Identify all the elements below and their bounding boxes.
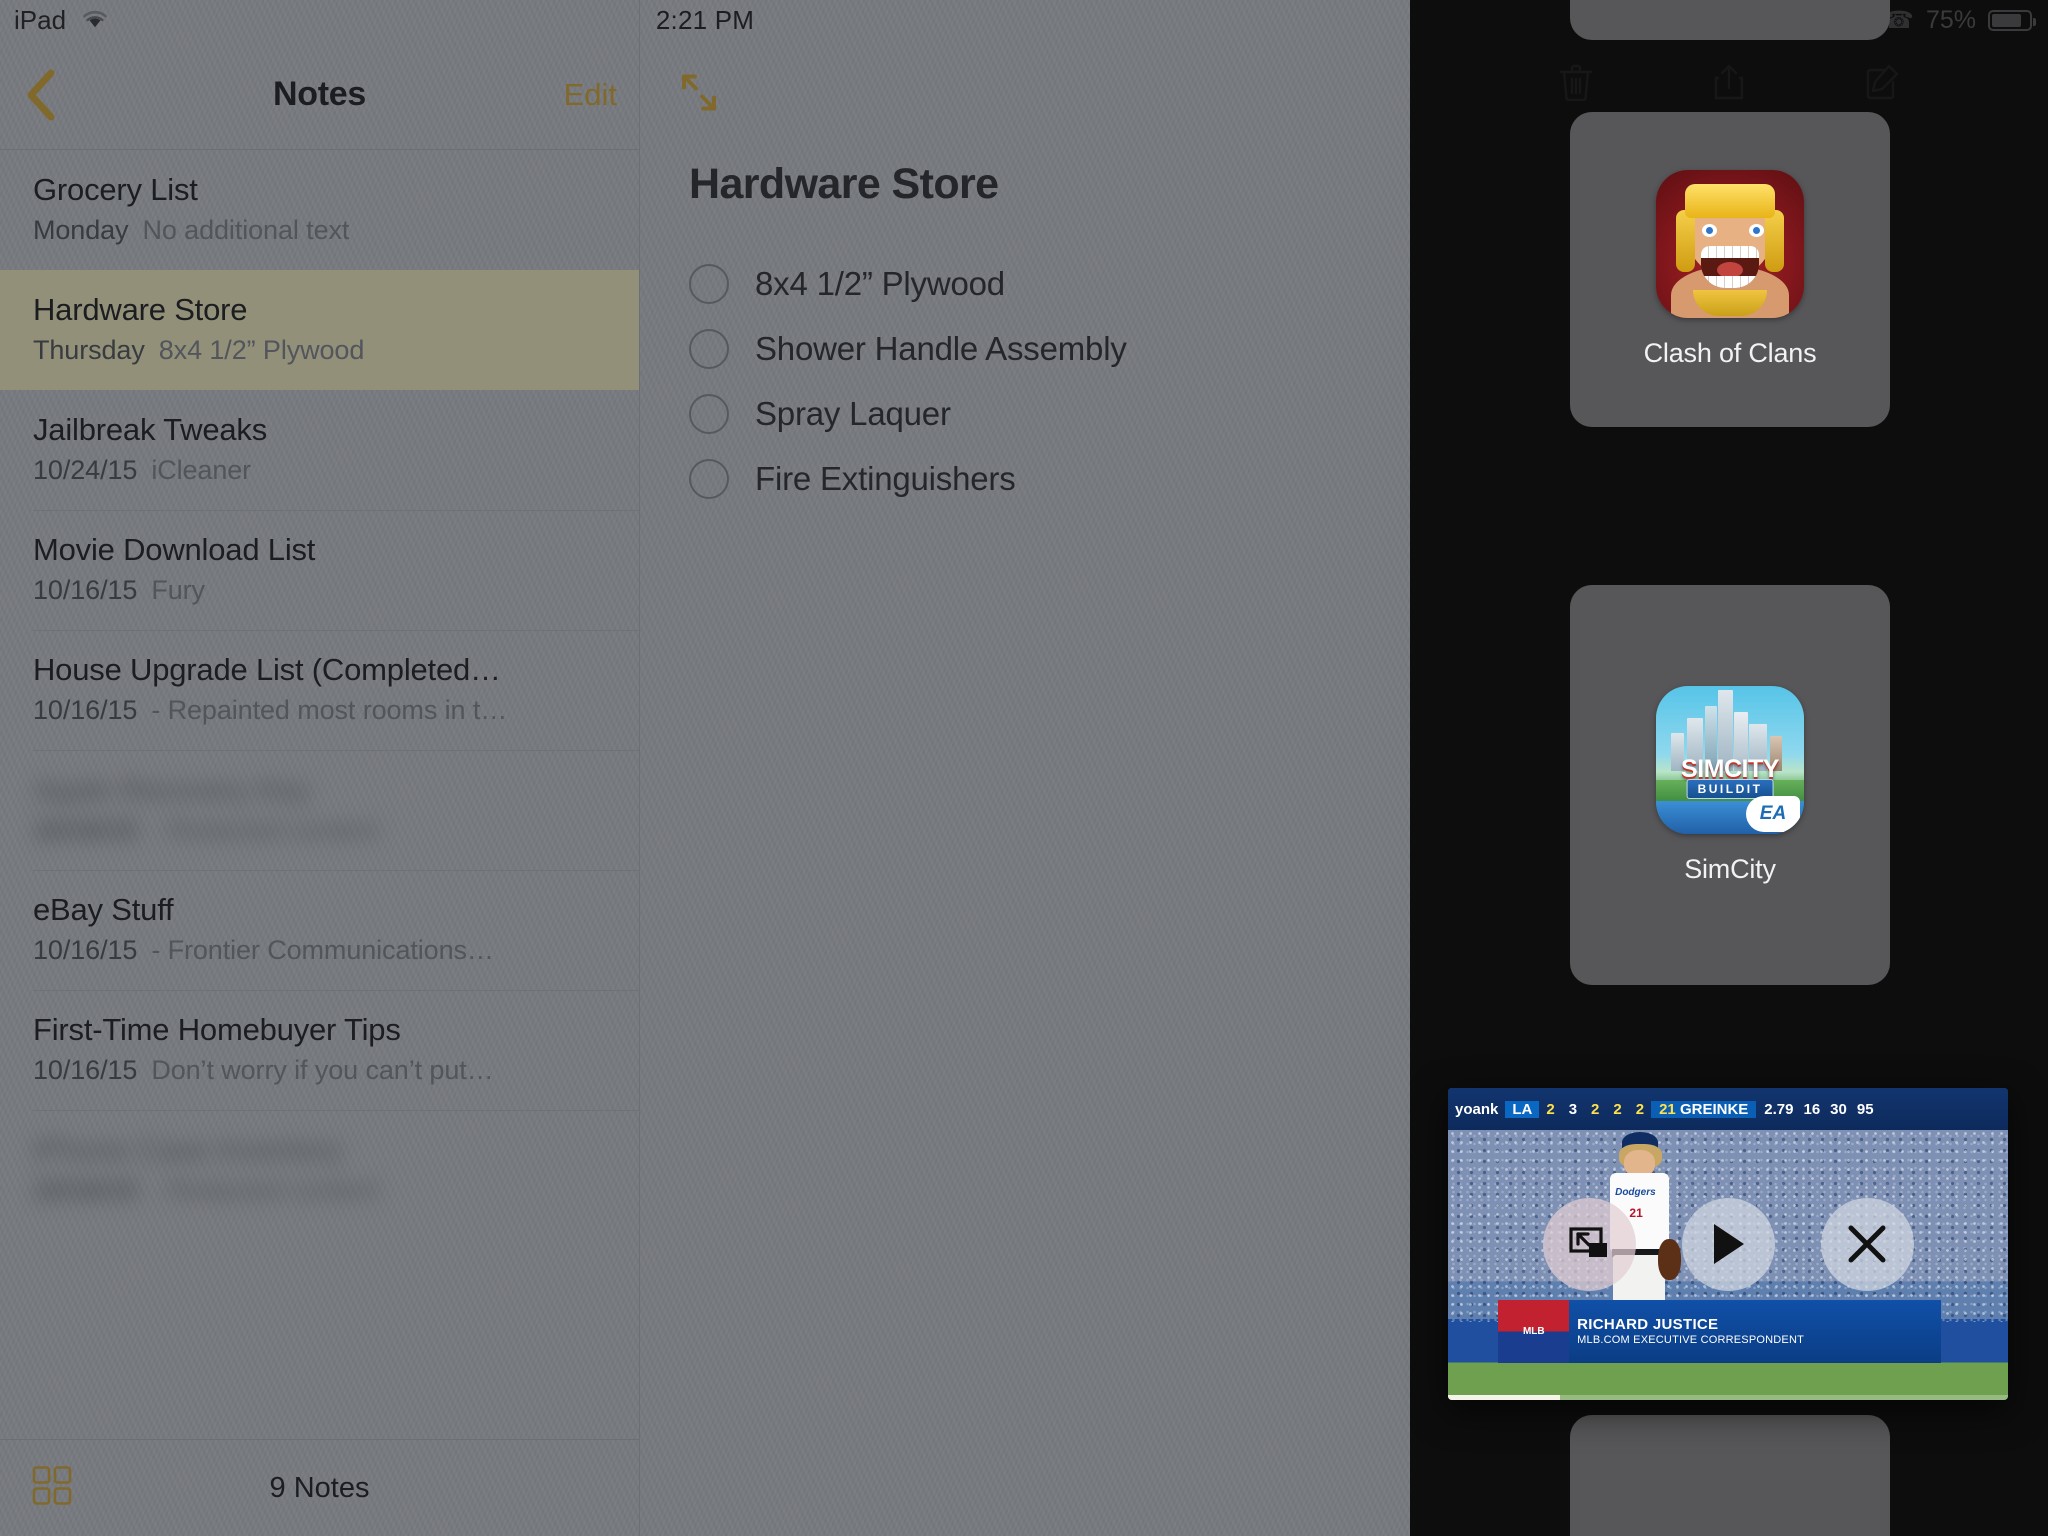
note-title: Jailbreak Tweaks [33, 412, 268, 447]
pip-controls [1448, 1088, 2008, 1400]
pip-restore-button[interactable] [1542, 1197, 1636, 1291]
checklist-item[interactable]: Spray Laquer [689, 381, 1350, 446]
compose-icon[interactable] [1865, 64, 1899, 100]
app-card-partial-bottom[interactable] [1570, 1415, 1890, 1536]
notes-sidebar: Notes Edit Grocery List Monday No additio… [0, 0, 640, 1536]
note-body[interactable]: Hardware Store 8x4 1/2” Plywood Shower H… [641, 150, 1410, 511]
battery-fill [1992, 13, 2021, 27]
note-meta: 10/24/15 iCleaner [33, 455, 609, 486]
note-title: Movie Download List [33, 532, 316, 567]
checklist-item-label: Spray Laquer [755, 394, 951, 432]
video-progress-bar[interactable] [1448, 1395, 2008, 1400]
checklist-item[interactable]: Fire Extinguishers [689, 446, 1350, 511]
note-detail-title: Hardware Store [689, 160, 999, 208]
play-icon [1708, 1221, 1748, 1267]
page-title: Notes [273, 75, 366, 113]
note-list[interactable]: Grocery List Monday No additional text Ha… [0, 150, 639, 1439]
app-card-clash-of-clans[interactable]: Clash of Clans [1570, 112, 1890, 427]
note-title: Apple Recovery Key [33, 772, 311, 807]
note-meta: 10/16/15 - Redacted content [33, 1175, 609, 1206]
play-button[interactable] [1681, 1197, 1775, 1291]
battery-icon [1988, 9, 2036, 31]
note-snippet: - Repainted most rooms in t… [151, 695, 508, 725]
app-card-label: SimCity [1684, 853, 1776, 884]
list-item-redacted[interactable]: iPhone Case Inventory 10/16/15 - Redacted… [0, 1110, 639, 1230]
note-snippet: iCleaner [151, 455, 252, 485]
app-card-label: Clash of Clans [1643, 338, 1817, 368]
note-date: 10/24/15 [33, 455, 138, 485]
app-card-partial-top[interactable] [1570, 0, 1890, 40]
note-meta: 10/16/15 - Frontier Communications… [33, 935, 609, 966]
ipad-screen: iPad 2:21 PM Notes Edit Grocery List Mon… [0, 0, 2048, 1536]
sidebar-toolbar: 9 Notes [0, 1439, 639, 1536]
note-date: 10/16/15 [33, 935, 138, 965]
note-date: 10/16/15 [33, 1175, 138, 1205]
list-item[interactable]: Jailbreak Tweaks 10/24/15 iCleaner [0, 390, 639, 510]
note-date: Monday [33, 215, 129, 245]
checklist-item-label: 8x4 1/2” Plywood [755, 264, 1005, 302]
simcity-buildit-icon: SIMCITY BUILDIT EA [1656, 685, 1804, 834]
checklist-item-label: Shower Handle Assembly [755, 329, 1127, 367]
checklist-item[interactable]: 8x4 1/2” Plywood [689, 251, 1350, 316]
note-snippet: - Frontier Communications… [151, 935, 494, 965]
list-item[interactable]: First-Time Homebuyer Tips 10/16/15 Don’t … [0, 990, 639, 1110]
share-icon[interactable] [1713, 63, 1745, 101]
status-bar: iPad 2:21 PM [0, 0, 1410, 40]
checkbox-circle-icon[interactable] [689, 458, 729, 499]
note-date: 10/16/15 [33, 815, 138, 845]
notes-app: iPad 2:21 PM Notes Edit Grocery List Mon… [0, 0, 1410, 1536]
checklist: 8x4 1/2” Plywood Shower Handle Assembly … [689, 251, 1350, 511]
checkbox-circle-icon[interactable] [689, 263, 729, 304]
expand-diagonal-icon[interactable] [679, 73, 719, 118]
note-meta: Monday No additional text [33, 215, 609, 246]
status-bar-clock: 2:21 PM [655, 4, 755, 35]
list-item[interactable]: Grocery List Monday No additional text [0, 150, 639, 270]
battery-percent-label: 75% [1925, 5, 1976, 34]
note-snippet: - Redacted content [151, 1175, 378, 1205]
note-meta: 10/16/15 Fury [33, 575, 609, 606]
note-title: Grocery List [33, 172, 198, 207]
list-item[interactable]: eBay Stuff 10/16/15 - Frontier Communicat… [0, 870, 639, 990]
rail-toolbar [1410, 56, 2048, 108]
close-icon [1846, 1223, 1888, 1265]
note-snippet: 8x4 1/2” Plywood [158, 335, 365, 365]
clash-of-clans-icon [1656, 170, 1804, 318]
note-snippet: No additional text [142, 215, 350, 245]
note-snippet: - Redacted content [151, 815, 378, 845]
list-item[interactable]: House Upgrade List (Completed… 10/16/15-… [0, 630, 639, 750]
note-title: First-Time Homebuyer Tips [33, 1012, 401, 1047]
note-title: House Upgrade List (Completed… [33, 652, 501, 687]
checkbox-circle-icon[interactable] [689, 328, 729, 369]
notes-count-label: 9 Notes [269, 1471, 370, 1504]
trash-icon[interactable] [1559, 63, 1593, 101]
note-title: iPhone Case Inventory [33, 1132, 343, 1167]
app-card-simcity[interactable]: SIMCITY BUILDIT EA SimCity [1570, 585, 1890, 985]
note-date: 10/16/15 [33, 575, 138, 605]
checkbox-circle-icon[interactable] [689, 393, 729, 434]
note-meta: 10/16/15 Don’t worry if you can’t put… [33, 1055, 609, 1086]
edit-button[interactable]: Edit [564, 77, 617, 113]
checklist-item[interactable]: Shower Handle Assembly [689, 316, 1350, 381]
list-item[interactable]: Movie Download List 10/16/15 Fury [0, 510, 639, 630]
checklist-item-label: Fire Extinguishers [755, 459, 1016, 497]
note-meta: Thursday 8x4 1/2” Plywood [33, 335, 609, 366]
note-date: 10/16/15 [33, 1055, 138, 1085]
note-detail-pane: Hardware Store 8x4 1/2” Plywood Shower H… [641, 0, 1410, 1536]
pip-restore-icon [1566, 1224, 1612, 1264]
sidebar-navigation-bar: Notes Edit [0, 40, 639, 150]
note-meta: 10/16/15 - Redacted content [33, 815, 609, 846]
picture-in-picture-player[interactable]: yoank LA 2 3 2 2 2 21 GREINKE 2.79 16 30… [1448, 1088, 2008, 1400]
note-date: 10/16/15 [33, 695, 138, 725]
video-progress-fill [1448, 1395, 1560, 1400]
note-date: Thursday [33, 335, 145, 365]
note-title: Hardware Store [33, 292, 248, 327]
list-item-redacted[interactable]: Apple Recovery Key 10/16/15 - Redacted co… [0, 750, 639, 870]
note-meta: 10/16/15 - Repainted most rooms in t… [33, 695, 609, 726]
list-item-selected[interactable]: Hardware Store Thursday 8x4 1/2” Plywood [0, 270, 639, 390]
note-title: eBay Stuff [33, 892, 174, 927]
close-button[interactable] [1820, 1197, 1914, 1291]
note-snippet: Fury [151, 575, 205, 605]
detail-navigation-bar [641, 40, 1410, 150]
note-snippet: Don’t worry if you can’t put… [151, 1055, 494, 1085]
